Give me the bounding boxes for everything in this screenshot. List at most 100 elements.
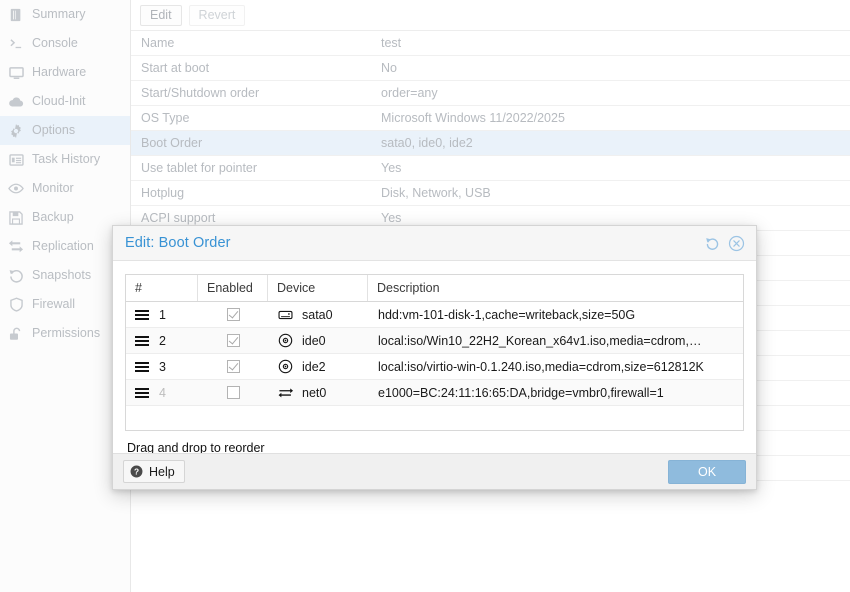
sidebar-item-options[interactable]: Options (0, 116, 130, 145)
table-row[interactable]: Use tablet for pointer Yes (131, 156, 850, 181)
option-value: order=any (381, 86, 438, 100)
sidebar-item-hardware[interactable]: Hardware (0, 58, 130, 87)
svg-text:?: ? (134, 467, 139, 477)
sidebar-item-label: Task History (32, 152, 101, 167)
console-icon (7, 36, 25, 52)
drag-handle-icon[interactable] (135, 335, 149, 346)
sidebar-item-replication[interactable]: Replication (0, 232, 130, 261)
table-row[interactable]: Name test (131, 31, 850, 56)
close-icon[interactable] (725, 232, 747, 254)
eye-icon (7, 181, 25, 197)
table-row[interactable]: 1 sata0 hdd:vm-101-disk-1,cache=writebac… (126, 302, 743, 328)
option-key: Name (141, 36, 175, 50)
order-number: 4 (159, 385, 166, 400)
replication-icon (7, 239, 25, 255)
enabled-cell[interactable] (198, 308, 268, 321)
column-header-order[interactable]: # (126, 275, 198, 301)
order-number: 2 (159, 333, 166, 348)
order-cell: 2 (126, 334, 198, 348)
sidebar-item-console[interactable]: Console (0, 29, 130, 58)
options-toolbar: Edit Revert (131, 0, 850, 31)
hardware-icon (7, 65, 25, 81)
cdrom-icon (277, 359, 294, 374)
order-cell: 4 (126, 386, 198, 400)
sidebar-item-label: Cloud-Init (32, 94, 86, 109)
device-cell: ide2 (268, 359, 368, 374)
option-key: Use tablet for pointer (141, 161, 258, 175)
sidebar-item-cloud-init[interactable]: Cloud-Init (0, 87, 130, 116)
description-cell: hdd:vm-101-disk-1,cache=writeback,size=5… (378, 307, 636, 322)
column-header-device[interactable]: Device (268, 275, 368, 301)
sidebar-item-firewall[interactable]: Firewall (0, 290, 130, 319)
reset-icon[interactable] (701, 232, 723, 254)
table-row[interactable]: 4 net0 e1000=BC:24:11:16:65:DA,bridge=vm… (126, 380, 743, 406)
device-name: sata0 (302, 307, 333, 322)
sidebar-item-label: Summary (32, 7, 86, 22)
option-value: No (381, 61, 397, 75)
sidebar-item-summary[interactable]: Summary (0, 0, 130, 29)
description-cell: e1000=BC:24:11:16:65:DA,bridge=vmbr0,fir… (378, 385, 664, 400)
grid-empty-row (126, 406, 743, 430)
order-number: 3 (159, 359, 166, 374)
sidebar-item-label: Console (32, 36, 78, 51)
option-key: ACPI support (141, 211, 216, 225)
column-header-enabled[interactable]: Enabled (198, 275, 268, 301)
option-value: Microsoft Windows 11/2022/2025 (381, 111, 565, 125)
table-row-boot-order[interactable]: Boot Order sata0, ide0, ide2 (131, 131, 850, 156)
option-value: sata0, ide0, ide2 (381, 136, 473, 150)
cdrom-icon (277, 333, 294, 348)
sidebar-item-task-history[interactable]: Task History (0, 145, 130, 174)
sidebar-item-backup[interactable]: Backup (0, 203, 130, 232)
table-row[interactable]: 2 ide0 local:iso/Win10_22H2_Korean_x64v1… (126, 328, 743, 354)
harddisk-icon (277, 309, 294, 321)
option-value: Yes (381, 211, 402, 225)
option-key: OS Type (141, 111, 190, 125)
help-button[interactable]: ? Help (123, 460, 185, 483)
table-row[interactable]: Start at boot No (131, 56, 850, 81)
help-button-label: Help (149, 464, 175, 479)
table-row[interactable]: Hotplug Disk, Network, USB (131, 181, 850, 206)
enabled-checkbox[interactable] (226, 360, 240, 373)
summary-icon (7, 7, 25, 23)
drag-handle-icon[interactable] (135, 387, 149, 398)
table-row[interactable]: 3 ide2 local:iso/virtio-win-0.1.240.iso,… (126, 354, 743, 380)
device-cell: sata0 (268, 308, 368, 322)
boot-order-grid: # Enabled Device Description 1 sata0 hdd… (125, 274, 744, 431)
column-header-description[interactable]: Description (368, 275, 743, 301)
enabled-cell[interactable] (198, 360, 268, 373)
drag-handle-icon[interactable] (135, 309, 149, 320)
task-history-icon (7, 152, 25, 168)
table-row[interactable]: Start/Shutdown order order=any (131, 81, 850, 106)
drag-handle-icon[interactable] (135, 361, 149, 372)
option-key: Start at boot (141, 61, 210, 75)
gear-icon (7, 123, 25, 139)
edit-button[interactable]: Edit (140, 4, 182, 26)
sidebar-item-label: Replication (32, 239, 94, 254)
sidebar-item-permissions[interactable]: Permissions (0, 319, 130, 348)
device-name: net0 (302, 385, 327, 400)
device-cell: net0 (268, 386, 368, 400)
proxmox-vm-options-screen: Summary Console Hardware Cloud-Init Opti (0, 0, 850, 592)
order-cell: 1 (126, 308, 198, 322)
enabled-checkbox[interactable] (226, 334, 240, 347)
ok-button[interactable]: OK (668, 459, 746, 484)
enabled-checkbox[interactable] (226, 308, 240, 321)
unlock-icon (7, 326, 25, 342)
enabled-cell[interactable] (198, 334, 268, 347)
order-number: 1 (159, 307, 166, 322)
cloud-icon (7, 94, 25, 110)
description-cell: local:iso/Win10_22H2_Korean_x64v1.iso,me… (378, 333, 702, 348)
dialog-body: # Enabled Device Description 1 sata0 hdd… (113, 261, 756, 455)
sidebar-item-monitor[interactable]: Monitor (0, 174, 130, 203)
sidebar-item-label: Snapshots (32, 268, 92, 283)
dialog-title: Edit: Boot Order (125, 235, 231, 251)
sidebar-item-label: Hardware (32, 65, 87, 80)
description-cell: local:iso/virtio-win-0.1.240.iso,media=c… (378, 359, 704, 374)
enabled-checkbox[interactable] (226, 386, 240, 399)
option-key: Boot Order (141, 136, 203, 150)
enabled-cell[interactable] (198, 386, 268, 399)
question-mark-icon: ? (130, 465, 143, 478)
sidebar-item-snapshots[interactable]: Snapshots (0, 261, 130, 290)
revert-button: Revert (188, 4, 246, 26)
table-row[interactable]: OS Type Microsoft Windows 11/2022/2025 (131, 106, 850, 131)
